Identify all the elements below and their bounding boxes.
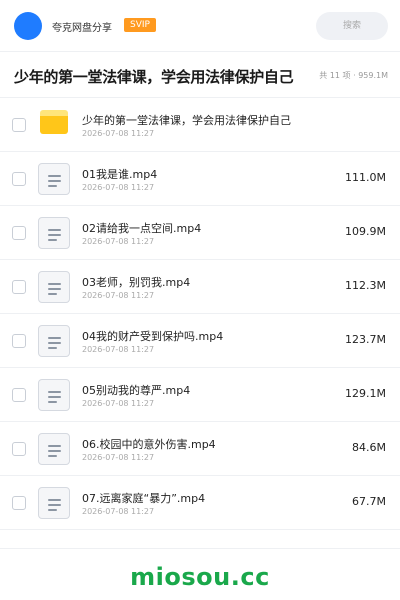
list-item[interactable]: 05别动我的尊严.mp4 2026-07-08 11:27 129.1M (0, 368, 400, 422)
file-list: 少年的第一堂法律课，学会用法律保护自己 2026-07-08 11:27 01我… (0, 98, 400, 530)
document-icon (38, 217, 70, 249)
file-size: 109.9M (345, 225, 386, 238)
document-icon (38, 433, 70, 465)
share-title-row: 少年的第一堂法律课，学会用法律保护自己 共 11 项 · 959.1M (0, 52, 400, 98)
file-name: 04我的财产受到保护吗.mp4 (82, 330, 224, 343)
checkbox-icon[interactable] (12, 172, 26, 186)
document-icon (38, 379, 70, 411)
list-item[interactable]: 04我的财产受到保护吗.mp4 2026-07-08 11:27 123.7M (0, 314, 400, 368)
document-icon (38, 163, 70, 195)
file-date: 2026-07-08 11:27 (82, 129, 155, 138)
page-title: 少年的第一堂法律课，学会用法律保护自己 (14, 68, 294, 86)
file-size: 129.1M (345, 387, 386, 400)
file-name: 少年的第一堂法律课，学会用法律保护自己 (82, 114, 291, 127)
list-item[interactable]: 07.远离家庭“暴力”.mp4 2026-07-08 11:27 67.7M (0, 476, 400, 530)
checkbox-icon[interactable] (12, 118, 26, 132)
file-name: 05别动我的尊严.mp4 (82, 384, 191, 397)
checkbox-icon[interactable] (12, 388, 26, 402)
file-name: 01我是谁.mp4 (82, 168, 158, 181)
file-date: 2026-07-08 11:27 (82, 453, 155, 462)
file-name: 03老师，别罚我.mp4 (82, 276, 191, 289)
file-date: 2026-07-08 11:27 (82, 345, 155, 354)
file-date: 2026-07-08 11:27 (82, 291, 155, 300)
file-size: 111.0M (345, 171, 386, 184)
list-item[interactable]: 01我是谁.mp4 2026-07-08 11:27 111.0M (0, 152, 400, 206)
share-summary: 共 11 项 · 959.1M (319, 71, 388, 80)
list-item[interactable]: 02请给我一点空间.mp4 2026-07-08 11:27 109.9M (0, 206, 400, 260)
svip-badge[interactable]: SVIP (124, 18, 156, 32)
file-date: 2026-07-08 11:27 (82, 399, 155, 408)
file-size: 67.7M (352, 495, 386, 508)
file-name: 07.远离家庭“暴力”.mp4 (82, 492, 206, 505)
checkbox-icon[interactable] (12, 496, 26, 510)
document-icon (38, 325, 70, 357)
file-name: 02请给我一点空间.mp4 (82, 222, 202, 235)
checkbox-icon[interactable] (12, 280, 26, 294)
checkbox-icon[interactable] (12, 334, 26, 348)
file-size: 123.7M (345, 333, 386, 346)
avatar[interactable] (14, 12, 42, 40)
file-size: 112.3M (345, 279, 386, 292)
checkbox-icon[interactable] (12, 226, 26, 240)
watermark-text: miosou.cc (130, 563, 270, 591)
list-item[interactable]: 03老师，别罚我.mp4 2026-07-08 11:27 112.3M (0, 260, 400, 314)
document-icon (38, 271, 70, 303)
list-item-folder[interactable]: 少年的第一堂法律课，学会用法律保护自己 2026-07-08 11:27 (0, 98, 400, 152)
file-date: 2026-07-08 11:27 (82, 183, 155, 192)
checkbox-icon[interactable] (12, 442, 26, 456)
footer-bar: miosou.cc (0, 548, 400, 600)
document-icon (38, 487, 70, 519)
file-name: 06.校园中的意外伤害.mp4 (82, 438, 216, 451)
app-header: 夸克网盘分享 SVIP (0, 0, 400, 52)
folder-icon (40, 110, 68, 134)
file-size: 84.6M (352, 441, 386, 454)
file-date: 2026-07-08 11:27 (82, 507, 155, 516)
file-date: 2026-07-08 11:27 (82, 237, 155, 246)
search-input[interactable] (316, 12, 388, 40)
brand-name: 夸克网盘分享 (52, 23, 112, 34)
list-item[interactable]: 06.校园中的意外伤害.mp4 2026-07-08 11:27 84.6M (0, 422, 400, 476)
